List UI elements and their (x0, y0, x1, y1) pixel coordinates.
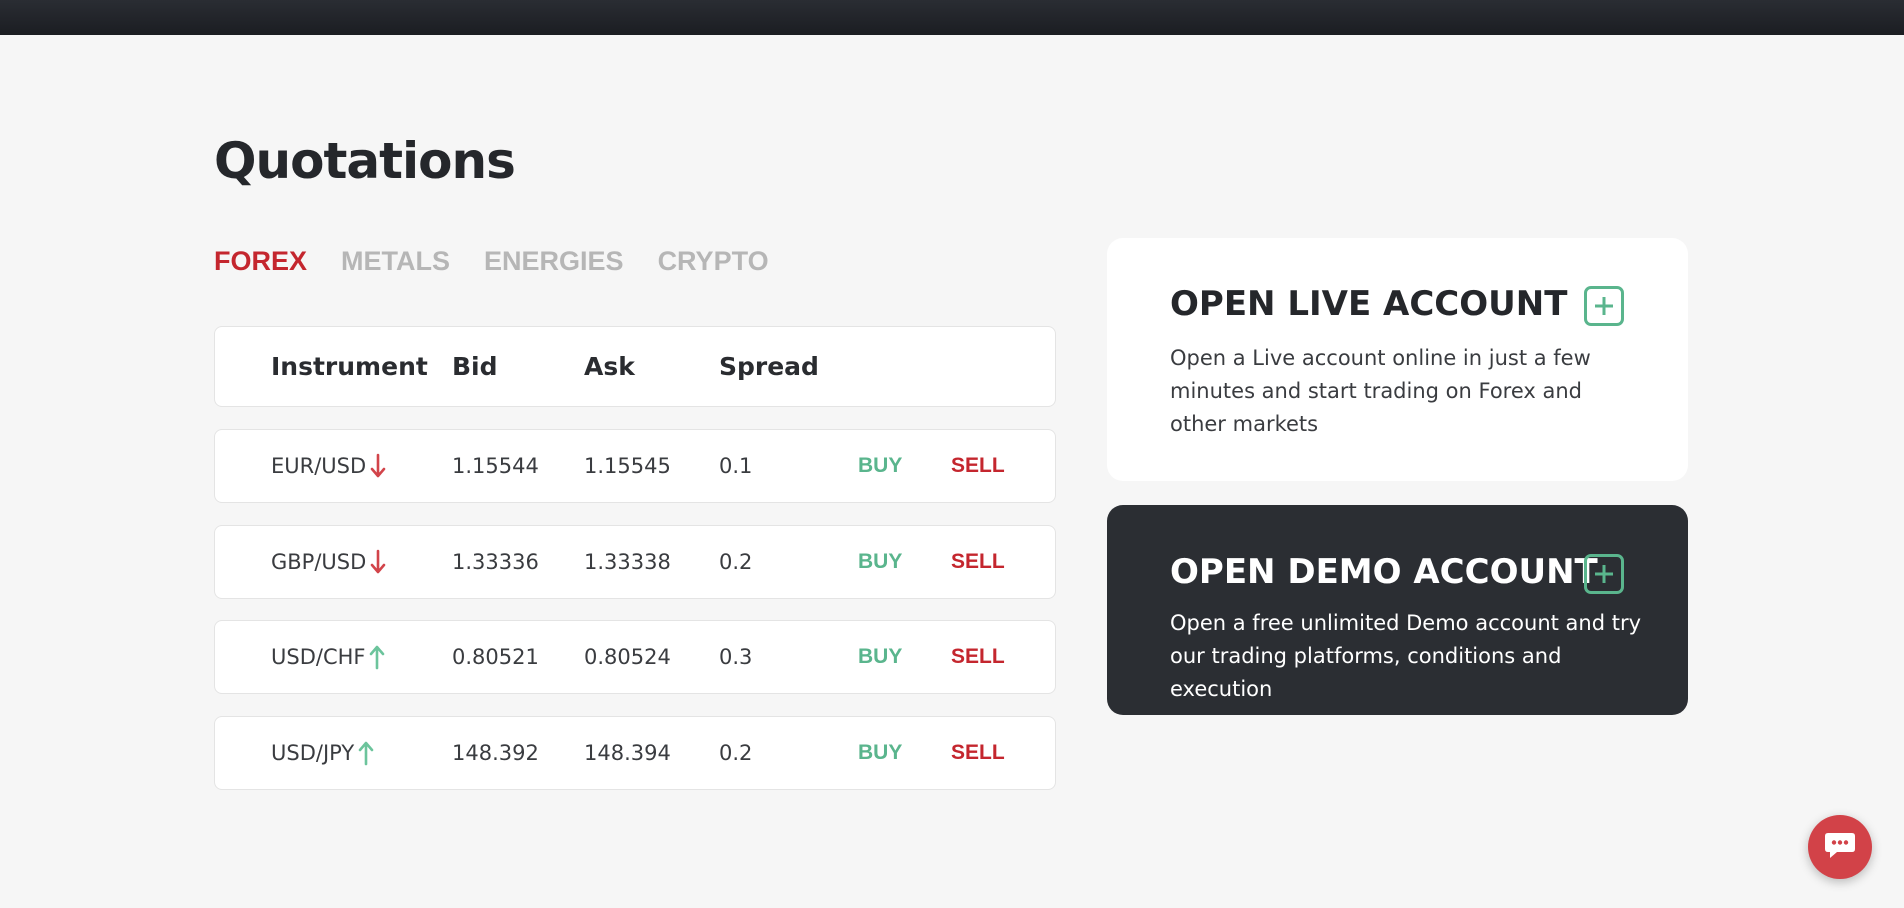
instrument-cell: USD/CHF (271, 621, 385, 693)
tab-metals[interactable]: METALS (341, 246, 450, 277)
plus-square-icon[interactable] (1584, 286, 1624, 326)
sell-button[interactable]: SELL (951, 526, 1005, 598)
arrow-up-icon (369, 644, 385, 670)
ask-value: 0.80524 (584, 645, 671, 669)
sell-button[interactable]: SELL (951, 430, 1005, 502)
ask-value: 148.394 (584, 741, 671, 765)
spread-value: 0.3 (719, 645, 753, 669)
spread-value: 0.2 (719, 550, 753, 574)
plus-square-icon[interactable] (1584, 554, 1624, 594)
instrument-name: GBP/USD (271, 550, 367, 574)
bid-value: 1.15544 (452, 454, 539, 478)
ask-value: 1.15545 (584, 454, 671, 478)
bid-value: 0.80521 (452, 645, 539, 669)
instrument-cell: GBP/USD (271, 526, 386, 598)
open-live-account-card[interactable]: OPEN LIVE ACCOUNT Open a Live account on… (1107, 238, 1688, 481)
demo-account-title: OPEN DEMO ACCOUNT (1170, 552, 1598, 592)
chat-button[interactable] (1808, 815, 1872, 879)
bid-value: 1.33336 (452, 550, 539, 574)
tab-energies[interactable]: ENERGIES (484, 246, 624, 277)
tab-forex[interactable]: FOREX (214, 246, 307, 277)
header-bid: Bid (452, 352, 498, 381)
top-navigation-bar (0, 0, 1904, 35)
sell-button[interactable]: SELL (951, 621, 1005, 693)
instrument-cell: USD/JPY (271, 717, 374, 789)
page-title: Quotations (214, 132, 516, 190)
tab-crypto[interactable]: CRYPTO (658, 246, 769, 277)
sell-button[interactable]: SELL (951, 717, 1005, 789)
arrow-up-icon (358, 740, 374, 766)
header-spread: Spread (719, 352, 819, 381)
instrument-cell: EUR/USD (271, 430, 386, 502)
table-row: EUR/USD 1.15544 1.15545 0.1 BUY SELL (214, 429, 1056, 503)
ask-value: 1.33338 (584, 550, 671, 574)
arrow-down-icon (370, 549, 386, 575)
chat-bubble-icon (1823, 830, 1857, 864)
bid-value: 148.392 (452, 741, 539, 765)
table-row: GBP/USD 1.33336 1.33338 0.2 BUY SELL (214, 525, 1056, 599)
demo-account-description: Open a free unlimited Demo account and t… (1170, 611, 1642, 701)
live-account-title: OPEN LIVE ACCOUNT (1170, 284, 1568, 324)
spread-value: 0.2 (719, 741, 753, 765)
instrument-name: EUR/USD (271, 454, 367, 478)
spread-value: 0.1 (719, 454, 753, 478)
quotes-table-header: Instrument Bid Ask Spread (214, 326, 1056, 407)
open-demo-account-card[interactable]: OPEN DEMO ACCOUNT Open a free unlimited … (1107, 505, 1688, 715)
instrument-tabs: FOREX METALS ENERGIES CRYPTO (214, 246, 803, 277)
buy-button[interactable]: BUY (858, 621, 902, 693)
arrow-down-icon (370, 453, 386, 479)
live-account-description: Open a Live account online in just a few… (1170, 346, 1591, 436)
header-instrument: Instrument (271, 352, 428, 381)
instrument-name: USD/CHF (271, 645, 366, 669)
instrument-name: USD/JPY (271, 741, 355, 765)
buy-button[interactable]: BUY (858, 526, 902, 598)
table-row: USD/CHF 0.80521 0.80524 0.3 BUY SELL (214, 620, 1056, 694)
buy-button[interactable]: BUY (858, 717, 902, 789)
buy-button[interactable]: BUY (858, 430, 902, 502)
table-row: USD/JPY 148.392 148.394 0.2 BUY SELL (214, 716, 1056, 790)
header-ask: Ask (584, 352, 635, 381)
